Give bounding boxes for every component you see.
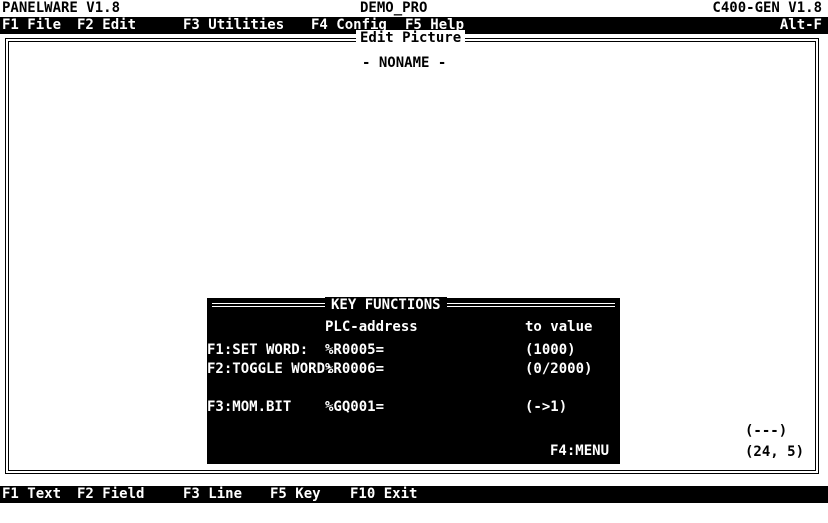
- function-key-bar: F1 Text F2 Field F3 Line F5 Key F10 Exit: [0, 486, 828, 503]
- fkey-field[interactable]: F2 Field: [77, 486, 144, 503]
- project-name: DEMO_PRO: [360, 0, 428, 16]
- cursor-position: (24, 5): [745, 444, 805, 460]
- key-f2-label[interactable]: F2:TOGGLE WORD:: [207, 361, 333, 378]
- fkey-line[interactable]: F3 Line: [183, 486, 242, 503]
- key-f1-value: (1000): [525, 342, 576, 358]
- fkey-key[interactable]: F5 Key: [270, 486, 321, 503]
- key-functions-panel: KEY FUNCTIONS PLC-address to value F1:SE…: [207, 297, 620, 464]
- fkey-exit[interactable]: F10 Exit: [350, 486, 417, 503]
- column-header-address: PLC-address: [325, 319, 418, 335]
- fkey-text[interactable]: F1 Text: [2, 486, 61, 503]
- key-f3-label[interactable]: F3:MOM.BIT: [207, 399, 291, 416]
- menu-edit[interactable]: F2 Edit: [77, 17, 136, 34]
- key-f1-address: %R0005=: [325, 342, 385, 358]
- column-header-value: to value: [525, 319, 593, 335]
- menu-alt-hint: Alt-F: [779, 17, 822, 33]
- key-f4-menu[interactable]: F4:MENU: [550, 443, 609, 460]
- key-f3-address: %GQ001=: [325, 399, 385, 415]
- target-version: C400-GEN V1.8: [712, 0, 822, 16]
- menu-utilities[interactable]: F3 Utilities: [183, 17, 284, 34]
- cursor-marker: (---): [745, 423, 788, 439]
- key-f3-value: (->1): [525, 399, 568, 415]
- frame-title: Edit Picture: [356, 30, 466, 47]
- dialog-title: KEY FUNCTIONS: [325, 297, 447, 314]
- menu-file[interactable]: F1 File: [2, 17, 61, 34]
- app-version: PANELWARE V1.8: [2, 0, 121, 16]
- key-f2-address: %R0006=: [325, 361, 385, 377]
- key-f2-value: (0/2000): [525, 361, 593, 377]
- key-f1-label[interactable]: F1:SET WORD:: [207, 342, 308, 359]
- document-name: - NONAME -: [362, 55, 447, 71]
